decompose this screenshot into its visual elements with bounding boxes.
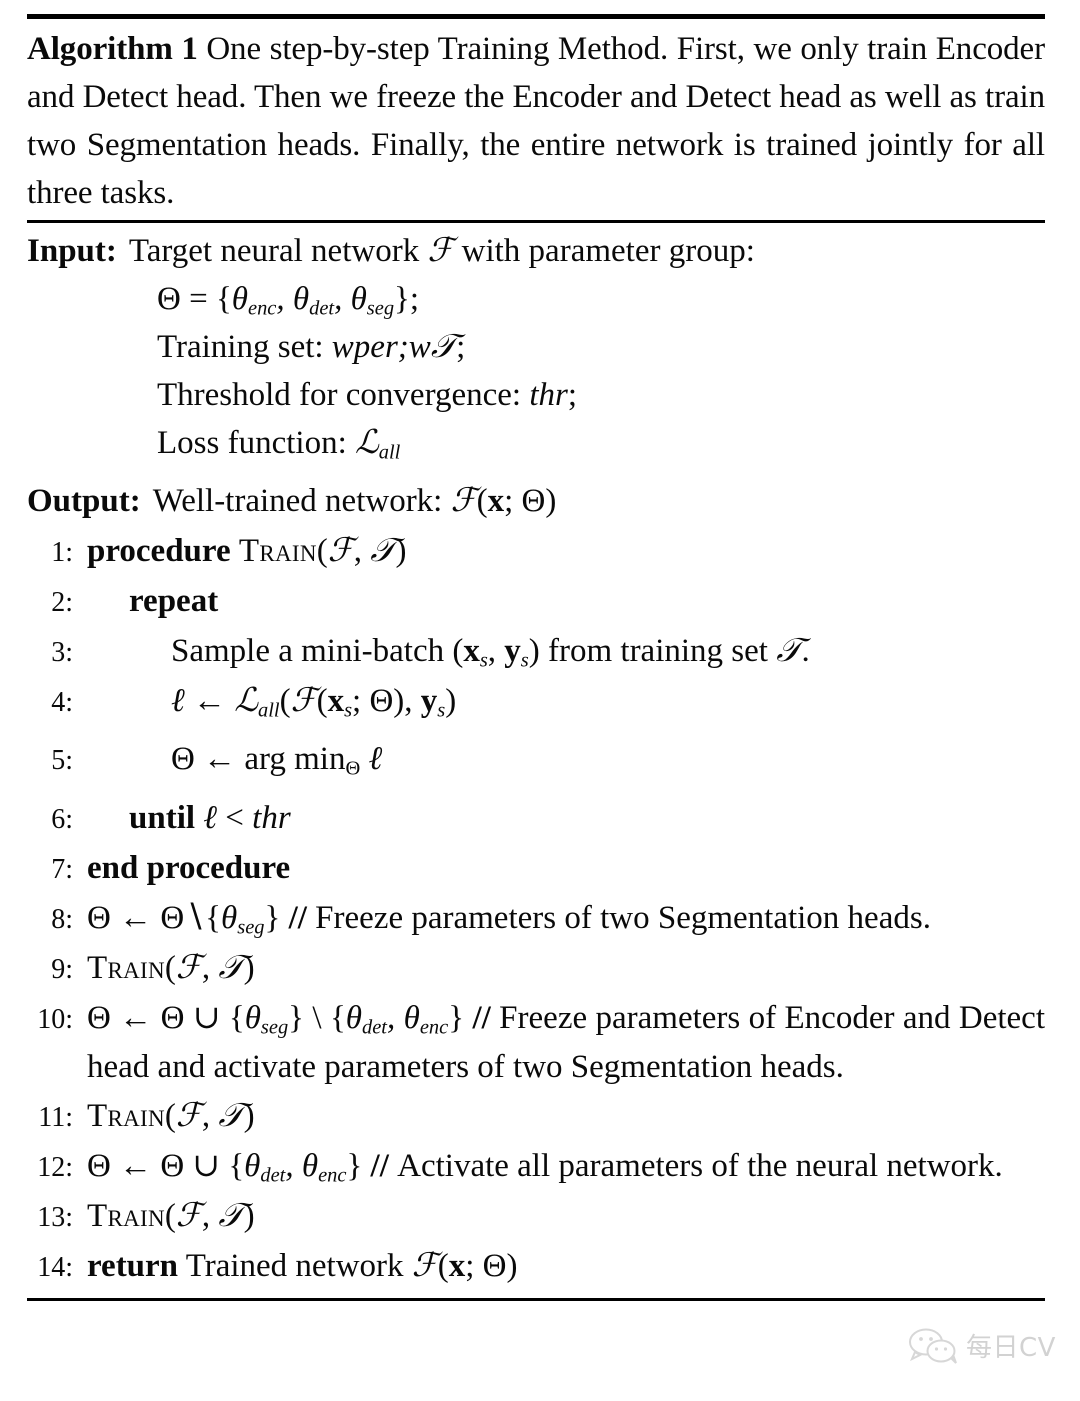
step-number: 11: xyxy=(38,1102,73,1134)
step-text: Θ ← arg minΘ ℓ xyxy=(171,741,383,781)
input-line-3: Training set: wper;w𝒯; xyxy=(157,329,466,365)
step-row: 6: until ℓ < thr xyxy=(27,794,1045,844)
step-row: 11: Train(ℱ, 𝒯) xyxy=(27,1092,1045,1142)
step-text: Sample a mini-batch (xs, ys) from traini… xyxy=(171,632,810,672)
step-text: Θ ← Θ∖{θseg} // Freeze parameters of two… xyxy=(87,900,931,939)
step-number: 14: xyxy=(37,1252,73,1284)
step-number: 1: xyxy=(51,536,73,568)
step-row: 7: end procedure xyxy=(27,844,1045,894)
output-label: Output: xyxy=(27,482,141,519)
step-text: Train(ℱ, 𝒯) xyxy=(87,950,255,987)
step-text: Train(ℱ, 𝒯) xyxy=(87,1198,255,1235)
step-text: end procedure xyxy=(87,850,291,887)
step-number: 7: xyxy=(51,854,73,886)
step-number: 3: xyxy=(51,636,73,668)
watermark-text: 每日CV xyxy=(966,1333,1056,1363)
step-number: 8: xyxy=(51,904,73,936)
step-number: 5: xyxy=(51,745,73,777)
step-text: repeat xyxy=(129,582,219,619)
wechat-icon xyxy=(908,1328,960,1364)
algorithm-label: Algorithm 1 xyxy=(27,31,198,67)
step-number: 2: xyxy=(51,586,73,618)
step-row: 14: return Trained network ℱ(x; Θ) xyxy=(27,1242,1045,1292)
input-line-2: Θ = {θenc, θdet, θseg}; xyxy=(157,281,420,320)
step-text: return Trained network ℱ(x; Θ) xyxy=(87,1248,518,1285)
step-row: 1: procedure Train(ℱ, 𝒯) xyxy=(27,527,1045,577)
step-row: 4: ℓ ← ℒall(ℱ(xs; Θ), ys) xyxy=(27,677,1045,736)
input-line-1: Target neural network ℱ with parameter g… xyxy=(128,233,755,269)
step-row: 9: Train(ℱ, 𝒯) xyxy=(27,944,1045,994)
step-row: 13: Train(ℱ, 𝒯) xyxy=(27,1192,1045,1242)
input-row: Input: Target neural network ℱ with para… xyxy=(27,227,1045,275)
step-number: 4: xyxy=(51,686,73,718)
step-row: 10: Θ ← Θ ∪ {θseg} \ {θdet, θenc} // Fre… xyxy=(27,994,1045,1092)
input-line-5: Loss function: ℒall xyxy=(157,425,401,464)
bottom-rule xyxy=(27,1298,1045,1302)
step-number: 10: xyxy=(37,1004,73,1036)
step-number: 12: xyxy=(37,1152,73,1184)
io-block: Input: Target neural network ℱ with para… xyxy=(27,223,1045,525)
output-row: Output: Well-trained network: ℱ(x; Θ) xyxy=(27,477,1045,525)
step-text: Θ ← Θ ∪ {θdet, θenc} // Activate all par… xyxy=(87,1148,1003,1187)
step-row: 12: Θ ← Θ ∪ {θdet, θenc} // Activate all… xyxy=(27,1142,1045,1192)
step-text: procedure Train(ℱ, 𝒯) xyxy=(87,532,407,569)
input-line-4: Threshold for convergence: thr; xyxy=(157,377,578,413)
step-text: ℓ ← ℒall(ℱ(xs; Θ), ys) xyxy=(171,682,457,722)
output-line: Well-trained network: ℱ(x; Θ) xyxy=(152,482,557,519)
step-row: 8: Θ ← Θ∖{θseg} // Freeze parameters of … xyxy=(27,894,1045,944)
algorithm-block: Algorithm 1 One step-by-step Training Me… xyxy=(27,14,1045,1302)
step-text: Θ ← Θ ∪ {θseg} \ {θdet, θenc} // Freeze … xyxy=(87,1000,1045,1086)
step-number: 9: xyxy=(51,954,73,986)
step-text: until ℓ < thr xyxy=(129,800,291,837)
step-number: 6: xyxy=(51,804,73,836)
step-row: 2: repeat xyxy=(27,577,1045,627)
input-label: Input: xyxy=(27,233,117,269)
step-number: 13: xyxy=(37,1202,73,1234)
steps-list: 1: procedure Train(ℱ, 𝒯) 2: repeat 3: Sa… xyxy=(27,525,1045,1298)
step-row: 5: Θ ← arg minΘ ℓ xyxy=(27,735,1045,794)
algorithm-caption: Algorithm 1 One step-by-step Training Me… xyxy=(27,19,1045,220)
step-row: 3: Sample a mini-batch (xs, ys) from tra… xyxy=(27,627,1045,677)
watermark: 每日CV xyxy=(908,1327,1056,1364)
step-text: Train(ℱ, 𝒯) xyxy=(87,1098,255,1135)
